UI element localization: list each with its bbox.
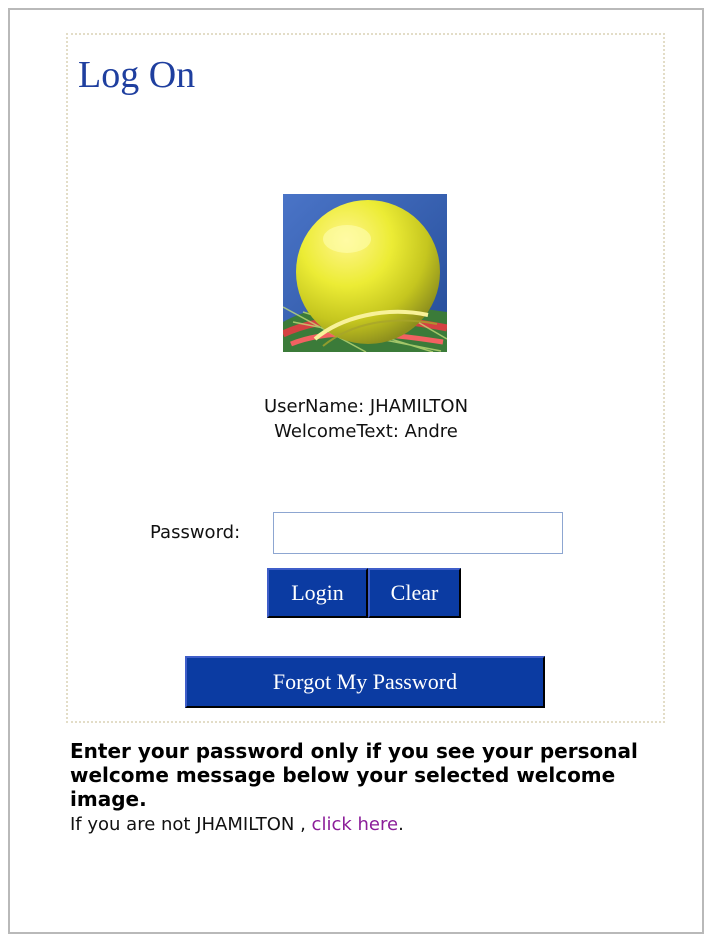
clear-button[interactable]: Clear — [368, 568, 461, 618]
security-instructions: Enter your password only if you see your… — [70, 739, 638, 811]
page-title: Log On — [78, 54, 196, 96]
not-user-link[interactable]: click here — [312, 814, 399, 835]
password-input[interactable] — [273, 512, 563, 554]
login-button[interactable]: Login — [267, 568, 368, 618]
not-user-message: If you are not JHAMILTON , click here. — [70, 812, 630, 838]
tennis-ball-icon — [283, 194, 447, 352]
username-text: UserName: JHAMILTON — [263, 396, 469, 417]
not-user-suffix: . — [398, 814, 404, 835]
login-panel — [66, 33, 665, 723]
password-label: Password: — [150, 522, 241, 543]
not-user-prefix: If you are not JHAMILTON , — [70, 814, 306, 835]
forgot-password-button[interactable]: Forgot My Password — [185, 656, 545, 708]
welcome-text: WelcomeText: Andre — [274, 421, 458, 442]
user-info: UserName: JHAMILTON WelcomeText: Andre — [186, 394, 546, 444]
